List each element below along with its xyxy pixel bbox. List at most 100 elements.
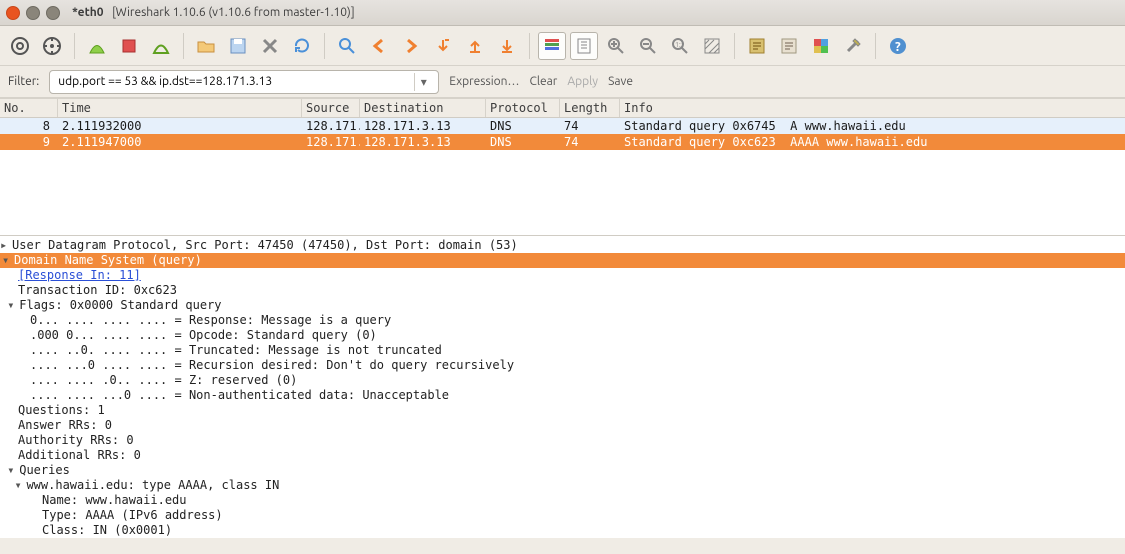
reload-icon[interactable] xyxy=(288,32,316,60)
cell-proto: DNS xyxy=(486,135,560,149)
zoom-reset-icon[interactable]: 1:1 xyxy=(666,32,694,60)
detail-flags[interactable]: Flags: 0x0000 Standard query xyxy=(0,298,1125,313)
cell-info: Standard query 0x6745 A www.hawaii.edu xyxy=(620,119,1125,133)
filter-label: Filter: xyxy=(8,75,39,88)
cell-no: 8 xyxy=(0,119,58,133)
filter-input-wrap[interactable]: ▾ xyxy=(49,70,439,94)
go-back-icon[interactable] xyxy=(365,32,393,60)
packet-details[interactable]: User Datagram Protocol, Src Port: 47450 … xyxy=(0,236,1125,538)
preferences-icon[interactable] xyxy=(839,32,867,60)
col-header-len[interactable]: Length xyxy=(560,99,620,117)
filter-bar: Filter: ▾ Expression… Clear Apply Save xyxy=(0,66,1125,98)
detail-q-class[interactable]: Class: IN (0x0001) xyxy=(0,523,1125,538)
cell-no: 9 xyxy=(0,135,58,149)
collapse-icon[interactable] xyxy=(7,298,19,312)
filter-clear-button[interactable]: Clear xyxy=(529,75,557,88)
detail-q-type[interactable]: Type: AAAA (IPv6 address) xyxy=(0,508,1125,523)
cell-src: 128.171. xyxy=(302,119,360,133)
col-header-src[interactable]: Source xyxy=(302,99,360,117)
svg-text:?: ? xyxy=(895,40,901,54)
packet-list: No. Time Source Destination Protocol Len… xyxy=(0,98,1125,236)
cell-time: 2.111947000 xyxy=(58,135,302,149)
detail-flag-line[interactable]: .... ...0 .... .... = Recursion desired:… xyxy=(0,358,1125,373)
collapse-icon[interactable] xyxy=(14,478,26,492)
cell-len: 74 xyxy=(560,135,620,149)
open-file-icon[interactable] xyxy=(192,32,220,60)
go-forward-icon[interactable] xyxy=(397,32,425,60)
save-file-icon[interactable] xyxy=(224,32,252,60)
stop-capture-icon[interactable] xyxy=(115,32,143,60)
cell-len: 74 xyxy=(560,119,620,133)
main-toolbar: 1:1 ? xyxy=(0,26,1125,66)
detail-flag-line[interactable]: 0... .... .... .... = Response: Message … xyxy=(0,313,1125,328)
detail-dns-header[interactable]: Domain Name System (query) xyxy=(0,253,1125,268)
packet-row[interactable]: 8 2.111932000 128.171. 128.171.3.13 DNS … xyxy=(0,118,1125,134)
filter-apply-button[interactable]: Apply xyxy=(567,75,598,88)
filter-save-button[interactable]: Save xyxy=(608,75,633,88)
detail-queries[interactable]: Queries xyxy=(0,463,1125,478)
separator xyxy=(734,33,735,59)
detail-udp[interactable]: User Datagram Protocol, Src Port: 47450 … xyxy=(0,238,1125,253)
maximize-window-button[interactable] xyxy=(46,6,60,20)
close-window-button[interactable] xyxy=(6,6,20,20)
filter-input[interactable] xyxy=(56,74,414,89)
col-header-dst[interactable]: Destination xyxy=(360,99,486,117)
cell-src: 128.171. xyxy=(302,135,360,149)
detail-flag-line[interactable]: .000 0... .... .... = Opcode: Standard q… xyxy=(0,328,1125,343)
window-title: *eth0 [Wireshark 1.10.6 (v1.10.6 from ma… xyxy=(72,6,355,19)
interfaces-icon[interactable] xyxy=(6,32,34,60)
cell-dst: 128.171.3.13 xyxy=(360,119,486,133)
detail-query-line[interactable]: www.hawaii.edu: type AAAA, class IN xyxy=(0,478,1125,493)
go-to-packet-icon[interactable] xyxy=(429,32,457,60)
col-header-no[interactable]: No. xyxy=(0,99,58,117)
detail-flag-line[interactable]: .... .... .0.. .... = Z: reserved (0) xyxy=(0,373,1125,388)
packet-row[interactable]: 9 2.111947000 128.171. 128.171.3.13 DNS … xyxy=(0,134,1125,150)
resize-columns-icon[interactable] xyxy=(698,32,726,60)
start-capture-icon[interactable] xyxy=(83,32,111,60)
packet-list-header: No. Time Source Destination Protocol Len… xyxy=(0,98,1125,118)
col-header-proto[interactable]: Protocol xyxy=(486,99,560,117)
close-file-icon[interactable] xyxy=(256,32,284,60)
auto-scroll-icon[interactable] xyxy=(570,32,598,60)
options-icon[interactable] xyxy=(38,32,66,60)
collapse-icon[interactable] xyxy=(7,463,19,477)
detail-additional[interactable]: Additional RRs: 0 xyxy=(0,448,1125,463)
svg-text:1:1: 1:1 xyxy=(675,41,685,49)
detail-q-name[interactable]: Name: www.hawaii.edu xyxy=(0,493,1125,508)
zoom-in-icon[interactable] xyxy=(602,32,630,60)
colorize-icon[interactable] xyxy=(538,32,566,60)
collapse-icon[interactable] xyxy=(2,253,14,267)
app-version: [Wireshark 1.10.6 (v1.10.6 from master-1… xyxy=(112,6,355,19)
restart-capture-icon[interactable] xyxy=(147,32,175,60)
separator xyxy=(324,33,325,59)
go-first-icon[interactable] xyxy=(461,32,489,60)
detail-flag-line[interactable]: .... ..0. .... .... = Truncated: Message… xyxy=(0,343,1125,358)
find-icon[interactable] xyxy=(333,32,361,60)
detail-questions[interactable]: Questions: 1 xyxy=(0,403,1125,418)
expand-icon[interactable] xyxy=(0,238,12,252)
separator xyxy=(74,33,75,59)
cell-dst: 128.171.3.13 xyxy=(360,135,486,149)
filter-dropdown-icon[interactable]: ▾ xyxy=(414,73,432,91)
zoom-out-icon[interactable] xyxy=(634,32,662,60)
col-header-time[interactable]: Time xyxy=(58,99,302,117)
interface-name: *eth0 xyxy=(72,6,104,19)
go-last-icon[interactable] xyxy=(493,32,521,60)
filter-expression-button[interactable]: Expression… xyxy=(449,75,519,88)
detail-txid[interactable]: Transaction ID: 0xc623 xyxy=(0,283,1125,298)
detail-flag-line[interactable]: .... .... ...0 .... = Non-authenticated … xyxy=(0,388,1125,403)
packet-list-body[interactable]: 8 2.111932000 128.171. 128.171.3.13 DNS … xyxy=(0,118,1125,236)
cell-info: Standard query 0xc623 AAAA www.hawaii.ed… xyxy=(620,135,1125,149)
detail-answer[interactable]: Answer RRs: 0 xyxy=(0,418,1125,433)
col-header-info[interactable]: Info xyxy=(620,99,1125,117)
separator xyxy=(875,33,876,59)
coloring-rules-icon[interactable] xyxy=(807,32,835,60)
detail-response-in[interactable]: [Response In: 11] xyxy=(0,268,1125,283)
display-filters-icon[interactable] xyxy=(775,32,803,60)
separator xyxy=(529,33,530,59)
capture-filters-icon[interactable] xyxy=(743,32,771,60)
titlebar: *eth0 [Wireshark 1.10.6 (v1.10.6 from ma… xyxy=(0,0,1125,26)
detail-authority[interactable]: Authority RRs: 0 xyxy=(0,433,1125,448)
help-icon[interactable]: ? xyxy=(884,32,912,60)
minimize-window-button[interactable] xyxy=(26,6,40,20)
